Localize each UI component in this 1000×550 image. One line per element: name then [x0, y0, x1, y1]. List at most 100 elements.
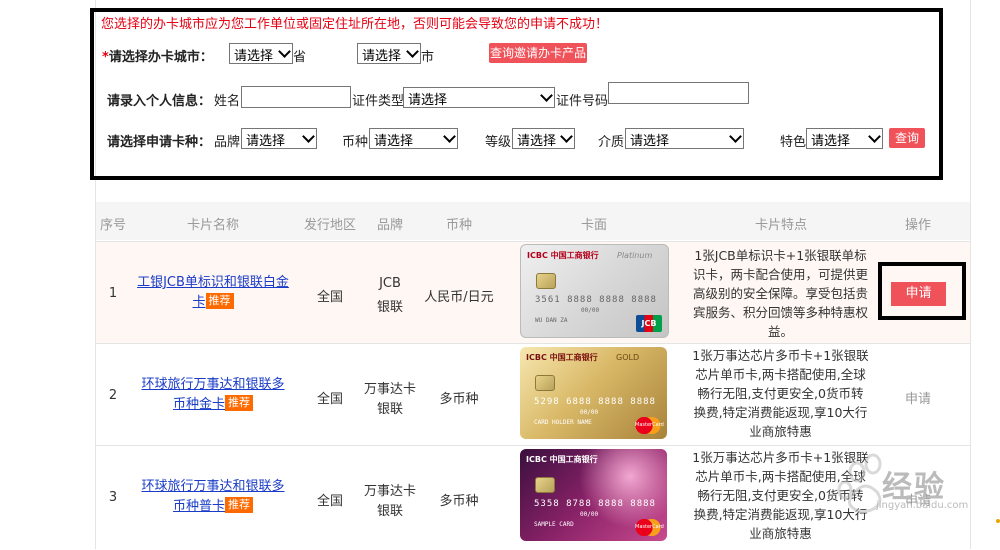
- card-name-line2: 币种普卡: [172, 499, 225, 514]
- card-name-line1: 工银JCB单标识和银联白金: [137, 275, 289, 290]
- feature-line: 1张万事达芯片多币卡+1张银联: [692, 348, 869, 363]
- medium-select[interactable]: 请选择: [625, 128, 744, 149]
- feature-line: 畅行无阻,支付更安全,0货币转: [697, 386, 864, 401]
- feature-label: 特色: [780, 135, 807, 150]
- row-region: 全国: [316, 290, 344, 305]
- feature-line: 识卡，两卡配合使用，可提供更: [692, 267, 868, 282]
- card-name-line2: 币种金卡: [172, 397, 225, 412]
- feature-line: 芯片单币卡,两卡搭配使用,全球: [695, 367, 866, 382]
- card-face-image: ICBC 中国工商银行 GOLD 5298 6888 8888 8888 00/…: [520, 347, 667, 439]
- personal-info-label: 请录入个人信息：: [107, 94, 212, 109]
- name-input[interactable]: [241, 86, 351, 108]
- feature-select[interactable]: 请选择: [806, 128, 883, 149]
- id-type-select[interactable]: 请选择: [403, 87, 555, 108]
- recommended-badge: 推荐: [225, 497, 253, 513]
- city-suffix: 市: [421, 50, 435, 65]
- card-date: 00/00: [580, 409, 599, 416]
- row-brand-line2: 银联: [376, 504, 404, 519]
- card-holder: WU DAN ZA: [535, 317, 568, 324]
- card-bank-name: ICBC 中国工商银行: [526, 353, 598, 362]
- corner-dot: [996, 519, 1000, 523]
- header-card-face: 卡面: [580, 218, 608, 233]
- card-face-image: ICBC 中国工商银行 Platinum 3561 8888 8888 8888…: [520, 244, 669, 338]
- header-brand: 品牌: [376, 218, 404, 233]
- card-name-link[interactable]: 环球旅行万事达和银联多币种普卡 推荐: [133, 477, 293, 517]
- row-currency: 多币种: [439, 494, 479, 509]
- card-name-link[interactable]: 工银JCB单标识和银联白金卡推荐: [133, 273, 293, 313]
- feature-line: 高级别的安全保障。享受包括贵: [692, 286, 868, 301]
- header-index: 序号: [99, 218, 127, 233]
- card-number: 5358 8788 8888 8888: [534, 499, 656, 509]
- row-brand-line2: 银联: [376, 402, 404, 417]
- header-action: 操作: [904, 218, 932, 233]
- currency-select[interactable]: 请选择: [369, 128, 458, 149]
- grade-select-value: 请选择: [517, 134, 557, 149]
- card-name-link[interactable]: 环球旅行万事达和银联多 币种金卡 推荐: [133, 375, 293, 415]
- currency-label: 币种: [342, 135, 369, 150]
- chip-icon: [536, 273, 556, 289]
- grade-select[interactable]: 请选择: [512, 128, 575, 149]
- apply-highlight-box: [878, 262, 966, 320]
- id-number-input[interactable]: [608, 82, 749, 104]
- currency-select-value: 请选择: [374, 134, 414, 149]
- brand-select-value: 请选择: [246, 134, 286, 149]
- feature-line: 益。: [767, 324, 793, 339]
- row-brand-line1: 万事达卡: [363, 382, 417, 397]
- jcb-logo-icon: JCB: [636, 315, 662, 332]
- header-currency: 币种: [445, 218, 473, 233]
- medium-select-value: 请选择: [630, 134, 670, 149]
- chevron-down-icon: [729, 130, 742, 143]
- chevron-down-icon: [560, 130, 573, 143]
- chevron-down-icon: [868, 130, 881, 143]
- name-label: 姓名: [214, 94, 241, 109]
- card-type-label: 请选择申请卡种：: [107, 135, 212, 150]
- province-suffix: 省: [293, 50, 307, 65]
- brand-select[interactable]: 请选择: [241, 128, 317, 149]
- apply-link[interactable]: 申请: [905, 388, 931, 407]
- chevron-down-icon: [278, 45, 291, 58]
- card-holder: CARD HOLDER NAME: [534, 419, 592, 426]
- header-region: 发行地区: [303, 218, 357, 233]
- row-index: 2: [108, 388, 118, 403]
- province-select[interactable]: 请选择: [229, 43, 293, 64]
- feature-line: 1张JCB单标识卡+1张银联单标: [694, 248, 867, 263]
- row-currency: 多币种: [439, 392, 479, 407]
- city-label: *请选择办卡城市：: [102, 46, 213, 65]
- chip-icon: [535, 477, 555, 493]
- row-region: 全国: [316, 494, 344, 509]
- chevron-down-icon: [443, 130, 456, 143]
- row-brand-line2: 银联: [376, 300, 404, 315]
- row-brand-line1: 万事达卡: [363, 484, 417, 499]
- feature-line: 业商旅特惠: [749, 526, 812, 541]
- watermark-url: jingyan.baidu.com: [876, 500, 969, 511]
- row-index: 3: [108, 490, 118, 505]
- row-features: 1张万事达芯片多币卡+1张银联 芯片单币卡,两卡搭配使用,全球 畅行无阻,支付更…: [688, 346, 873, 441]
- feature-select-value: 请选择: [811, 134, 851, 149]
- recommended-badge: 推荐: [205, 293, 234, 309]
- card-date: 00/00: [580, 511, 599, 518]
- city-select[interactable]: 请选择: [357, 43, 421, 64]
- feature-line: 换费,特定消费能返现,享10大行: [693, 405, 868, 420]
- id-type-select-value: 请选择: [408, 93, 448, 108]
- header-features: 卡片特点: [754, 218, 808, 233]
- feature-line: 业商旅特惠: [749, 424, 812, 439]
- card-face-image: ICBC 中国工商银行 5358 8788 8888 8888 00/00 SA…: [520, 449, 667, 541]
- query-button[interactable]: 查询: [889, 128, 925, 148]
- chevron-down-icon: [406, 45, 419, 58]
- card-name-line1: 环球旅行万事达和银联多: [141, 479, 285, 494]
- card-name-line1: 环球旅行万事达和银联多: [141, 377, 285, 392]
- row-index: 1: [108, 286, 118, 301]
- mastercard-logo-icon: MasterCard: [635, 417, 664, 434]
- grade-label: 等级: [485, 135, 512, 150]
- id-number-label: 证件号码: [556, 94, 609, 109]
- chevron-down-icon: [540, 89, 553, 102]
- province-select-value: 请选择: [234, 49, 274, 64]
- brand-label: 品牌: [214, 135, 241, 150]
- card-number: 3561 8888 8888 8888: [535, 295, 657, 305]
- card-bank-name: ICBC 中国工商银行: [526, 455, 598, 464]
- card-date: 00/00: [581, 307, 600, 314]
- id-type-label: 证件类型: [352, 94, 405, 109]
- query-invited-products-button[interactable]: 查询邀请办卡产品: [489, 43, 587, 63]
- card-bank-name: ICBC 中国工商银行: [527, 251, 599, 260]
- medium-label: 介质: [598, 135, 625, 150]
